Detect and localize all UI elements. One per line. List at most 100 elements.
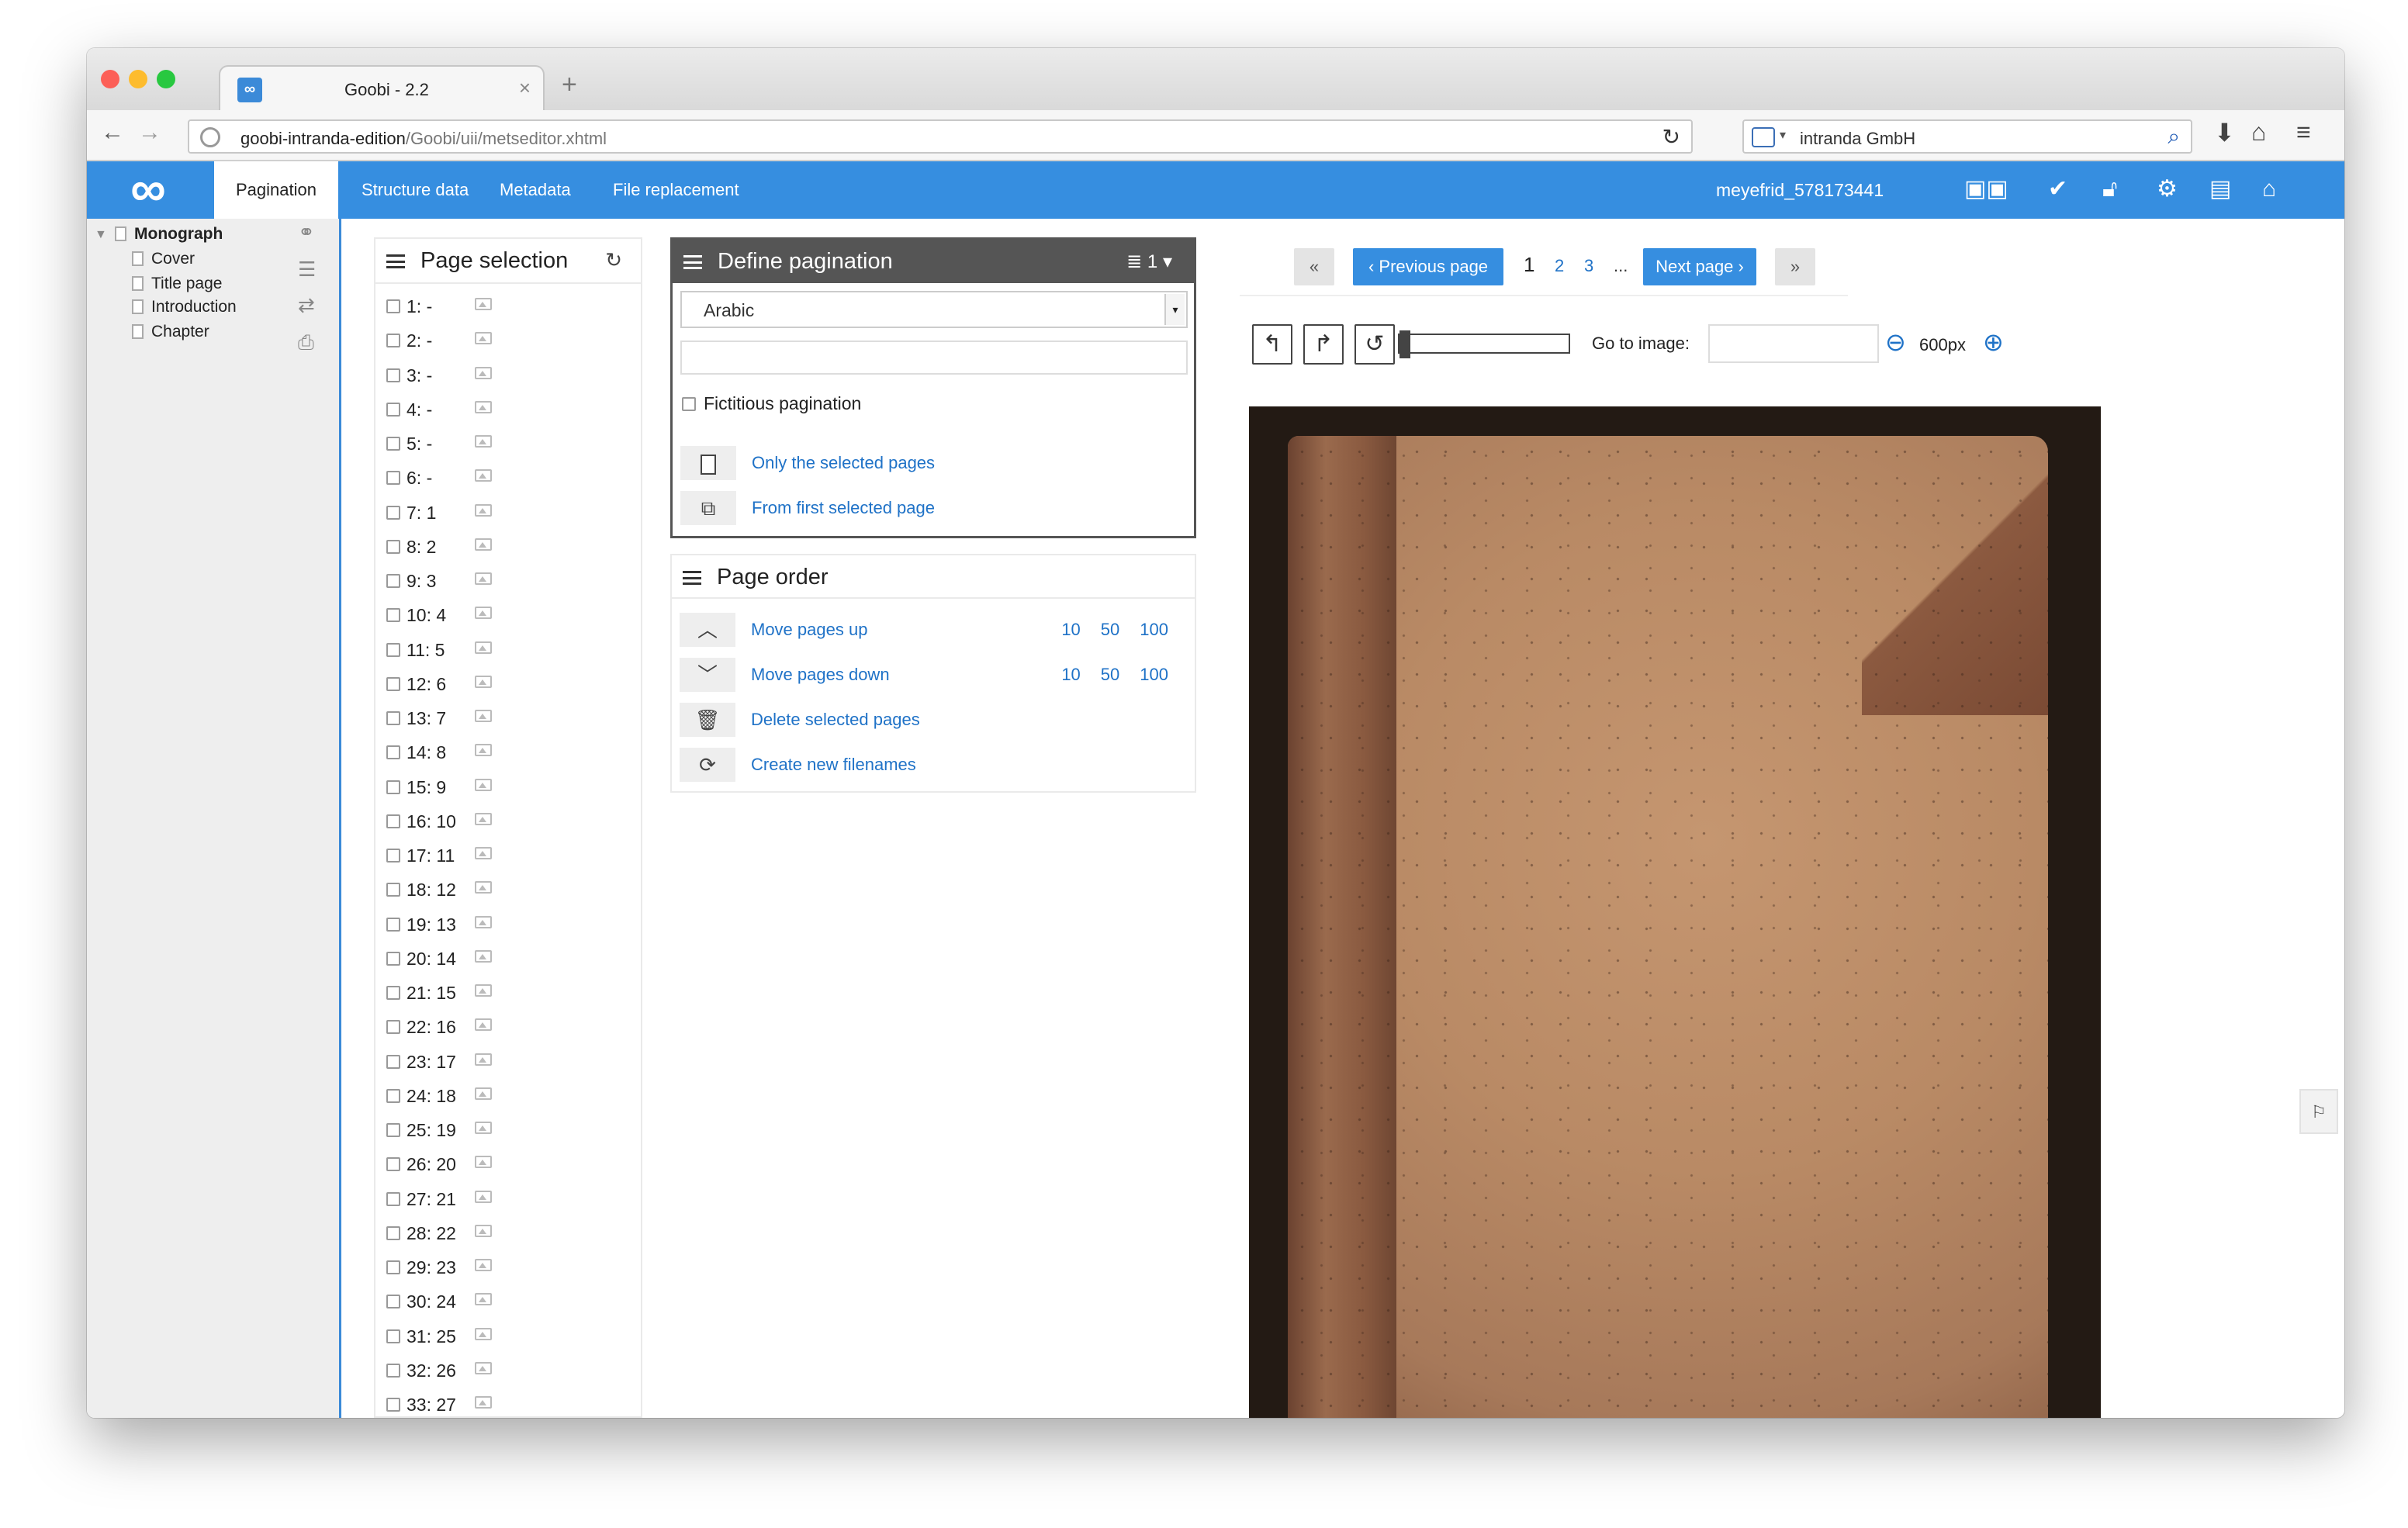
page-row[interactable]: 19: 13	[383, 908, 631, 942]
image-icon[interactable]	[475, 1259, 492, 1271]
close-tab-icon[interactable]: ×	[519, 76, 531, 100]
image-icon[interactable]	[475, 366, 492, 379]
page-row[interactable]: 3: -	[383, 359, 631, 393]
zoom-in-icon[interactable]: ⊕	[1983, 327, 2004, 357]
page-row[interactable]: 7: 1	[383, 496, 631, 531]
page-row[interactable]: 32: 26	[383, 1354, 631, 1388]
tree-node-introduction[interactable]: Introduction	[132, 298, 237, 316]
page-checkbox[interactable]	[386, 1363, 400, 1378]
pagination-start-input[interactable]	[680, 341, 1188, 375]
reset-rotation-icon[interactable]: ↺	[1354, 324, 1395, 365]
page-checkbox[interactable]	[386, 437, 400, 451]
image-icon[interactable]	[475, 538, 492, 551]
move-pages-up-link[interactable]: Move pages up	[751, 620, 867, 640]
image-icon[interactable]	[475, 710, 492, 722]
hamburger-icon[interactable]	[386, 254, 405, 268]
page-row[interactable]: 28: 22	[383, 1217, 631, 1251]
page-checkbox[interactable]	[386, 1157, 400, 1172]
image-icon[interactable]	[475, 1087, 492, 1100]
rotate-left-icon[interactable]: ↰	[1252, 324, 1292, 365]
refresh-icon[interactable]: ↻	[605, 248, 622, 272]
goto-image-input[interactable]	[1708, 324, 1879, 363]
image-icon[interactable]	[475, 332, 492, 345]
page-checkbox[interactable]	[386, 951, 400, 966]
move-down-10[interactable]: 10	[1061, 665, 1080, 684]
first-page-button[interactable]: «	[1294, 248, 1334, 285]
page-row[interactable]: 29: 23	[383, 1251, 631, 1285]
browser-tab[interactable]: ∞ Goobi - 2.2 ×	[219, 65, 545, 112]
page-checkbox[interactable]	[386, 334, 400, 348]
tree-node-monograph[interactable]: Monograph	[115, 225, 223, 244]
page-checkbox[interactable]	[386, 1191, 400, 1206]
image-icon[interactable]	[475, 1156, 492, 1169]
move-up-50[interactable]: 50	[1101, 620, 1119, 639]
image-icon[interactable]	[475, 607, 492, 620]
move-up-100[interactable]: 100	[1140, 620, 1168, 639]
page-row[interactable]: 16: 10	[383, 805, 631, 839]
tab-metadata[interactable]: Metadata	[478, 161, 593, 219]
page-row[interactable]: 5: -	[383, 427, 631, 462]
refresh-icon[interactable]: ⟳	[680, 748, 735, 782]
page-checkbox[interactable]	[386, 608, 400, 623]
minimize-window-button[interactable]	[129, 70, 147, 88]
trash-icon[interactable]: 🗑︎	[680, 703, 735, 737]
page-row[interactable]: 14: 8	[383, 736, 631, 770]
page-checkbox[interactable]	[386, 745, 400, 760]
tree-node-title-page[interactable]: Title page	[132, 275, 222, 293]
image-icon[interactable]	[475, 1122, 492, 1134]
move-down-50[interactable]: 50	[1101, 665, 1119, 684]
page-checkbox[interactable]	[386, 1123, 400, 1137]
page-row[interactable]: 9: 3	[383, 565, 631, 599]
page-row[interactable]: 4: -	[383, 393, 631, 427]
save-icon[interactable]: ▤	[2209, 175, 2231, 203]
chevron-down-icon[interactable]: ▾	[1164, 294, 1185, 325]
copy-documents-icon[interactable]: ⧉	[680, 491, 736, 525]
image-icon[interactable]	[475, 812, 492, 825]
list-icon[interactable]: ☰	[298, 258, 316, 282]
page-checkbox[interactable]	[386, 676, 400, 691]
gear-icon[interactable]: ⚙	[2157, 175, 2178, 203]
tab-structure-data[interactable]: Structure data	[340, 161, 490, 219]
page-row[interactable]: 11: 5	[383, 634, 631, 668]
image-icon[interactable]	[475, 675, 492, 688]
link-icon[interactable]: ⚭	[298, 220, 315, 244]
page-checkbox[interactable]	[386, 883, 400, 897]
only-selected-pages-row[interactable]: Only the selected pages	[680, 446, 1146, 480]
tree-node-chapter[interactable]: Chapter	[132, 323, 209, 341]
validate-check-icon[interactable]: ✔	[2048, 175, 2067, 203]
image-icon[interactable]	[475, 881, 492, 894]
image-icon[interactable]	[475, 1361, 492, 1374]
page-number-2[interactable]: 2	[1555, 256, 1564, 276]
page-checkbox[interactable]	[386, 1329, 400, 1343]
hamburger-icon[interactable]	[683, 571, 701, 585]
page-checkbox[interactable]	[386, 299, 400, 313]
page-row[interactable]: 12: 6	[383, 668, 631, 702]
search-icon[interactable]: ⌕	[2168, 124, 2180, 150]
fictitious-checkbox[interactable]	[682, 397, 696, 411]
fictitious-pagination-option[interactable]: Fictitious pagination	[682, 393, 861, 414]
page-row[interactable]: 26: 20	[383, 1148, 631, 1182]
page-row[interactable]: 23: 17	[383, 1046, 631, 1080]
page-checkbox[interactable]	[386, 505, 400, 520]
page-row[interactable]: 25: 19	[383, 1114, 631, 1148]
page-row[interactable]: 33: 27	[383, 1388, 631, 1418]
page-checkbox[interactable]	[386, 1054, 400, 1069]
image-view-icon[interactable]: ▣▣	[1964, 175, 2008, 203]
page-checkbox[interactable]	[386, 1398, 400, 1412]
image-icon[interactable]	[475, 1327, 492, 1340]
page-row[interactable]: 2: -	[383, 324, 631, 358]
hamburger-icon[interactable]	[683, 255, 702, 269]
tree-node-cover[interactable]: Cover	[132, 250, 195, 268]
page-checkbox[interactable]	[386, 402, 400, 417]
chevron-down-icon[interactable]: ﹀	[680, 658, 735, 692]
page-row[interactable]: 13: 7	[383, 702, 631, 736]
pagination-mode-dropdown[interactable]: ≣ 1 ▾	[1126, 251, 1172, 273]
move-pages-down-link[interactable]: Move pages down	[751, 665, 890, 685]
image-icon[interactable]	[475, 400, 492, 413]
download-icon[interactable]: ⬇	[2214, 118, 2235, 147]
bookmark-icon[interactable]: ⚐	[2299, 1089, 2338, 1134]
page-row[interactable]: 31: 25	[383, 1320, 631, 1354]
image-icon[interactable]	[475, 1190, 492, 1203]
image-icon[interactable]	[475, 572, 492, 585]
swap-icon[interactable]: ⇄	[298, 293, 315, 317]
